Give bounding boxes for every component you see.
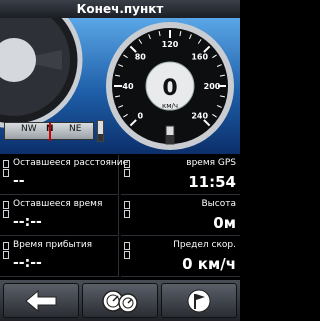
compass-needle <box>49 123 51 141</box>
field-remaining-time[interactable]: Оставшееся время --:-- <box>0 196 119 236</box>
field-label: Предел скор. <box>173 240 236 250</box>
gauges-icon <box>102 289 138 313</box>
field-label: Время прибытия <box>13 240 93 250</box>
field-marker-icon <box>3 160 9 168</box>
field-value: -- <box>13 173 25 189</box>
bottom-toolbar <box>0 279 240 321</box>
field-value: --:-- <box>13 255 42 271</box>
flag-icon <box>187 289 211 312</box>
field-marker-icon <box>124 160 130 168</box>
speedometer-scale-label: 80 <box>135 52 147 61</box>
field-marker-icon <box>3 201 9 209</box>
compass: NW N NE <box>4 114 110 150</box>
compass-label-nw: NW <box>21 124 37 134</box>
title-bar: Конеч.пункт <box>0 0 240 19</box>
page-title: Конеч.пункт <box>76 2 164 16</box>
compass-meter <box>97 120 104 142</box>
field-value: 0 км/ч <box>182 255 236 273</box>
field-marker-icon <box>3 169 9 177</box>
speedometer-scale-label: 0 <box>138 112 144 121</box>
field-altitude[interactable]: Высота 0м <box>121 196 240 236</box>
speedometer-scale-label: 200 <box>204 82 221 91</box>
field-label: Оставшееся время <box>13 199 103 209</box>
field-label: Высота <box>201 199 237 209</box>
field-marker-icon <box>124 242 130 250</box>
field-label: Оставшееся расстояние <box>13 158 129 168</box>
field-marker-icon <box>124 201 130 209</box>
speedometer-scale-label: 240 <box>191 112 208 121</box>
field-marker-icon <box>124 210 130 218</box>
speedometer: 0 40 80 120 160 200 240 0 км/ч <box>106 22 234 150</box>
field-label: время GPS <box>186 158 236 168</box>
speed-unit: км/ч <box>162 102 178 110</box>
gauges-button[interactable] <box>82 283 158 318</box>
compass-label-ne: NE <box>69 124 82 134</box>
field-speed-limit[interactable]: Предел скор. 0 км/ч <box>121 237 240 277</box>
field-arrival-time[interactable]: Время прибытия --:-- <box>0 237 119 277</box>
field-marker-icon <box>3 210 9 218</box>
field-value: --:-- <box>13 214 42 230</box>
field-marker-icon <box>3 242 9 250</box>
speedometer-scale-label: 40 <box>122 82 134 91</box>
compass-strip: NW N NE <box>4 122 94 141</box>
speed-readout: 0 <box>162 76 177 101</box>
data-fields: Оставшееся расстояние -- время GPS 11:54… <box>0 155 240 278</box>
dashboard: 0 40 80 120 160 200 240 0 км/ч NW N NE <box>0 18 240 154</box>
field-gps-time[interactable]: время GPS 11:54 <box>121 155 240 195</box>
field-marker-icon <box>124 169 130 177</box>
back-button[interactable] <box>3 283 79 318</box>
speedometer-scale-label: 120 <box>162 40 179 49</box>
field-marker-icon <box>3 251 9 259</box>
field-marker-icon <box>124 251 130 259</box>
field-value: 0м <box>213 214 236 232</box>
flag-button[interactable] <box>161 283 237 318</box>
field-remaining-distance[interactable]: Оставшееся расстояние -- <box>0 155 128 195</box>
speedometer-scale-label: 160 <box>191 52 208 61</box>
back-arrow-icon <box>25 289 57 312</box>
field-value: 11:54 <box>188 173 236 191</box>
